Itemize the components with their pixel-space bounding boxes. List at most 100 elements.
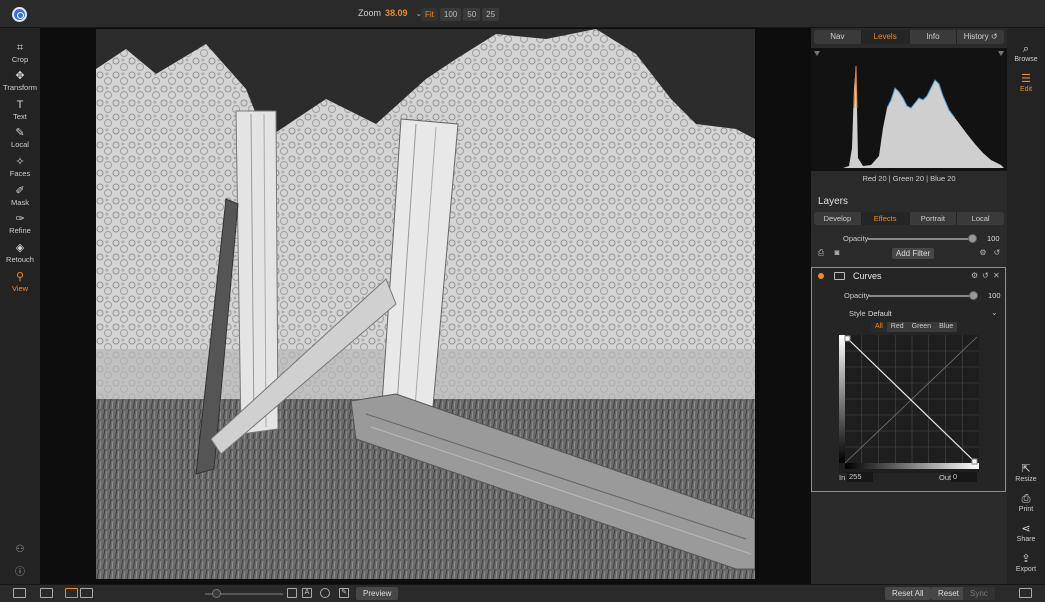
- layer-opacity-slider[interactable]: [868, 238, 972, 240]
- layer-opacity-handle[interactable]: [968, 234, 977, 243]
- gear-icon[interactable]: ⚙: [978, 248, 988, 258]
- tool-transform[interactable]: ✥ Transform: [0, 69, 40, 97]
- right-panel-toggle-icon[interactable]: [1019, 588, 1032, 598]
- crop-icon: ⌗: [16, 42, 24, 54]
- channel-green[interactable]: Green: [908, 322, 935, 332]
- histogram-readout: Red 20 | Green 20 | Blue 20: [862, 174, 956, 183]
- curves-filter-panel: Curves ⚙ ↺ ✕ Opacity 100 Style Default ⌄…: [811, 267, 1006, 492]
- tool-mask[interactable]: ✐ Mask: [0, 184, 40, 212]
- tool-label: View: [11, 284, 29, 293]
- rail-resize[interactable]: ⇱ Resize: [1007, 462, 1045, 483]
- curve-readout: In 255 Out 0: [839, 472, 979, 483]
- share-icon: ⋖: [1021, 523, 1031, 535]
- tool-retouch[interactable]: ◈ Retouch: [0, 241, 40, 269]
- tab-history[interactable]: History ↺: [957, 30, 1004, 44]
- style-select[interactable]: Default: [868, 309, 892, 318]
- sync-button[interactable]: Sync: [963, 587, 995, 600]
- tab-develop[interactable]: Develop: [814, 212, 862, 225]
- mask-overlay-icon[interactable]: [287, 588, 297, 598]
- reset-icon[interactable]: ↺: [992, 248, 1002, 258]
- histogram-graph: [814, 51, 1004, 168]
- channel-red[interactable]: Red: [887, 322, 908, 332]
- curve-point-black[interactable]: [844, 335, 851, 342]
- mask-toggle-icon[interactable]: ◙: [832, 248, 842, 258]
- tool-crop[interactable]: ⌗ Crop: [0, 41, 40, 69]
- tab-nav[interactable]: Nav: [814, 30, 862, 44]
- circle-overlay-icon[interactable]: [320, 588, 330, 598]
- tool-label: Text: [13, 112, 27, 121]
- filter-enabled-indicator[interactable]: [818, 273, 824, 279]
- rail-print[interactable]: ⎙ Print: [1007, 492, 1045, 513]
- out-value-field[interactable]: 0: [951, 472, 977, 482]
- rail-label: Share: [1016, 536, 1036, 543]
- canvas-area: [40, 28, 811, 584]
- curves-opacity-value[interactable]: 100: [988, 291, 1001, 300]
- right-panel: Nav Levels Info History ↺ Red 20 | Green…: [811, 28, 1007, 584]
- zoom-100-button[interactable]: 100: [439, 8, 462, 21]
- reset-icon[interactable]: ↺: [982, 271, 989, 280]
- app-logo-icon: [12, 7, 27, 22]
- rail-share[interactable]: ⋖ Share: [1007, 522, 1045, 543]
- chevron-down-icon[interactable]: ⌄: [991, 308, 998, 317]
- resize-icon: ⇱: [1021, 463, 1031, 475]
- rail-label: Print: [1018, 506, 1034, 513]
- zoom-25-button[interactable]: 25: [482, 8, 500, 21]
- rail-export[interactable]: ⇪ Export: [1007, 552, 1045, 573]
- gear-icon[interactable]: ⚙: [971, 271, 978, 280]
- close-icon[interactable]: ✕: [993, 271, 1000, 280]
- tool-local[interactable]: ✎ Local: [0, 126, 40, 154]
- tool-text[interactable]: T Text: [0, 98, 40, 126]
- help-icon[interactable]: ⓘ: [12, 563, 28, 578]
- bottom-bar: A ✎ Preview Reset All Reset Sync: [0, 584, 1045, 602]
- text-overlay-icon[interactable]: A: [302, 588, 312, 598]
- curves-opacity-slider[interactable]: [869, 295, 973, 297]
- curves-opacity-handle[interactable]: [969, 291, 978, 300]
- faces-icon: ✧: [15, 156, 25, 168]
- curve-graph[interactable]: [839, 335, 979, 473]
- tool-label: Retouch: [6, 255, 34, 264]
- rail-edit[interactable]: ☰ Edit: [1007, 72, 1045, 93]
- tool-refine[interactable]: ✑ Refine: [0, 212, 40, 240]
- thumb-size-handle[interactable]: [212, 589, 221, 598]
- in-value-field[interactable]: 255: [847, 472, 873, 482]
- browse-icon: ⌕: [1022, 43, 1030, 55]
- tool-faces[interactable]: ✧ Faces: [0, 155, 40, 183]
- zoom-fit-button[interactable]: Fit: [421, 8, 438, 21]
- tab-effects[interactable]: Effects: [861, 212, 910, 225]
- add-filter-button[interactable]: Add Filter: [892, 248, 934, 259]
- tool-label: Refine: [9, 226, 31, 235]
- rail-browse[interactable]: ⌕ Browse: [1007, 42, 1045, 63]
- tool-view[interactable]: ⚲ View: [0, 270, 40, 298]
- single-view-icon[interactable]: [65, 588, 78, 598]
- tab-local[interactable]: Local: [957, 212, 1004, 225]
- curves-opacity-label: Opacity: [844, 291, 870, 300]
- channel-blue[interactable]: Blue: [935, 322, 957, 332]
- tab-portrait[interactable]: Portrait: [910, 212, 958, 225]
- reset-button[interactable]: Reset: [931, 587, 966, 600]
- style-label: Style: [849, 309, 866, 318]
- photo-preview[interactable]: [96, 29, 755, 579]
- layer-opacity-value[interactable]: 100: [987, 234, 1000, 243]
- rail-label: Resize: [1015, 476, 1037, 483]
- zoom-50-button[interactable]: 50: [463, 8, 481, 21]
- preview-button[interactable]: Preview: [356, 587, 399, 600]
- zoom-value[interactable]: 38.09: [385, 8, 408, 18]
- layer-stack-icon[interactable]: ⎙: [816, 248, 826, 258]
- undo-icon: ↺: [990, 32, 998, 41]
- edit-overlay-icon[interactable]: ✎: [339, 588, 349, 598]
- curves-opacity-row: Opacity 100: [812, 290, 1008, 302]
- tab-info[interactable]: Info: [910, 30, 958, 44]
- compare-view-icon[interactable]: [40, 588, 53, 598]
- channel-all[interactable]: All: [871, 322, 887, 332]
- export-icon: ⇪: [1021, 553, 1031, 565]
- tab-history-label: History: [963, 32, 989, 41]
- zoom-label: Zoom: [358, 8, 382, 18]
- reset-all-button[interactable]: Reset All: [885, 587, 931, 600]
- curve-point-white[interactable]: [971, 458, 978, 465]
- zoom-control[interactable]: Zoom 38.09 ⌄: [358, 8, 422, 18]
- tab-levels[interactable]: Levels: [861, 30, 910, 44]
- filmstrip-view-icon[interactable]: [80, 588, 93, 598]
- user-icon[interactable]: ⚇: [12, 544, 28, 558]
- mask-toggle-icon[interactable]: [834, 272, 845, 280]
- panel-toggle-icon[interactable]: [13, 588, 26, 598]
